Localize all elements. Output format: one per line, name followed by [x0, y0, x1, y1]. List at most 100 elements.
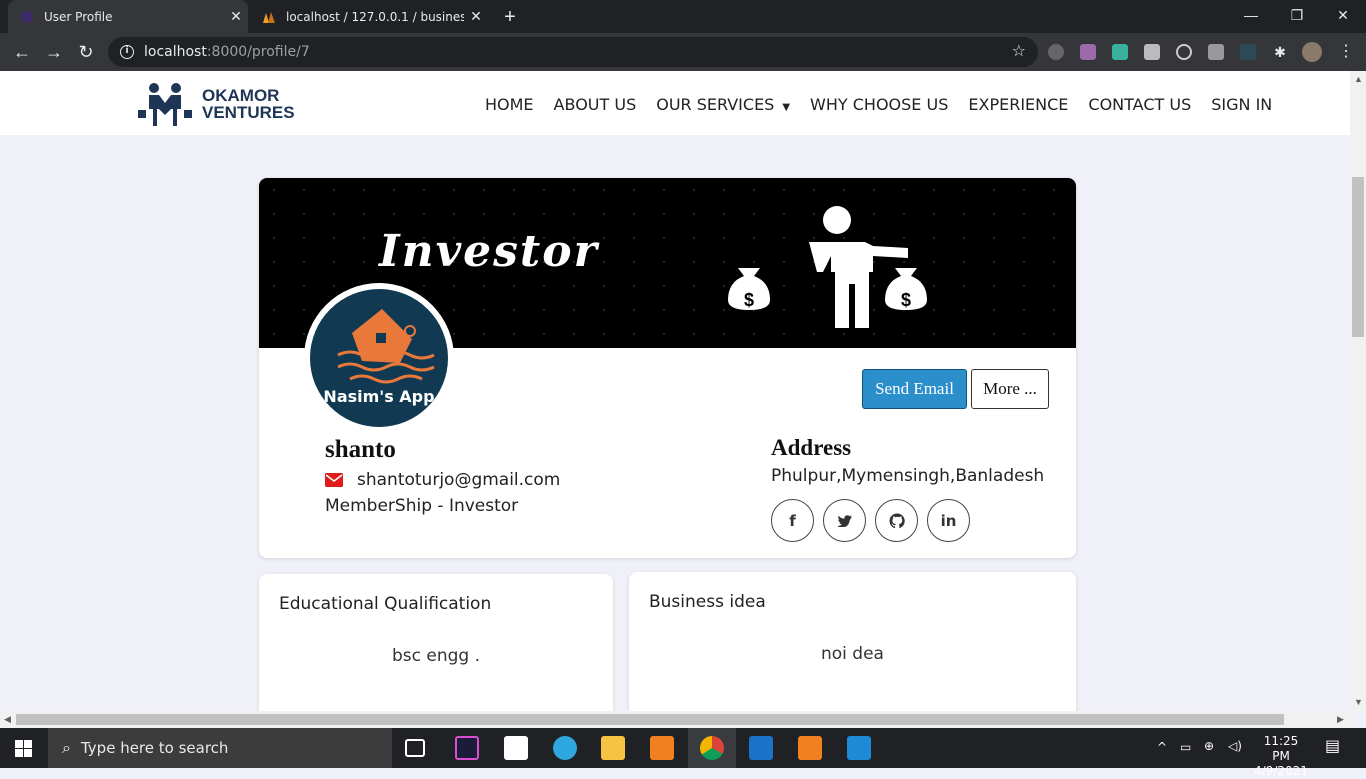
nav-why-choose-us[interactable]: WHY CHOOSE US [810, 95, 948, 114]
nav-our-services-label: OUR SERVICES [656, 95, 775, 114]
address-bar[interactable]: i localhost:8000/profile/7 ☆ [108, 37, 1038, 67]
extension-icon[interactable] [1144, 44, 1160, 60]
horizontal-scrollbar[interactable]: ◀ ▶ [0, 711, 1350, 728]
main-nav: HOME ABOUT US OUR SERVICES ▼ WHY CHOOSE U… [485, 95, 1272, 114]
business-idea-value: noi dea [821, 644, 884, 664]
extension-icon[interactable] [1176, 44, 1192, 60]
education-heading: Educational Qualification [279, 594, 492, 614]
file-explorer-icon[interactable] [601, 736, 625, 760]
xampp-icon[interactable] [798, 736, 822, 760]
chevron-up-icon[interactable]: ^ [1157, 740, 1167, 755]
scroll-down-arrow-icon[interactable]: ▼ [1354, 697, 1363, 707]
close-window-icon[interactable]: ✕ [1320, 0, 1366, 33]
tab-phpmyadmin[interactable]: localhost / 127.0.0.1 / business_c ✕ [250, 0, 488, 33]
nav-our-services[interactable]: OUR SERVICES ▼ [656, 95, 790, 114]
investor-moneybags-icon: $ $ [728, 206, 927, 328]
profile-avatar-icon[interactable] [1302, 42, 1322, 62]
windows-taskbar: ⌕ Type here to search ^ ▭ ⊕ ◁) 11:25 PM … [0, 728, 1366, 778]
camera-extension-icon[interactable] [1208, 44, 1224, 60]
nav-experience[interactable]: EXPERIENCE [968, 95, 1068, 114]
extension-icon[interactable] [1080, 44, 1096, 60]
twitter-icon[interactable] [823, 499, 866, 542]
nav-contact-us[interactable]: CONTACT US [1088, 95, 1191, 114]
windows-start-icon[interactable] [15, 740, 32, 757]
avatar-image: Nasim's App [310, 289, 448, 427]
chrome-browser-icon[interactable] [700, 736, 724, 760]
linkedin-icon[interactable]: in [927, 499, 970, 542]
scroll-up-arrow-icon[interactable]: ▲ [1354, 74, 1363, 84]
business-idea-heading: Business idea [649, 592, 766, 612]
site-logo[interactable]: OKAMOR VENTURES [136, 79, 306, 129]
website-viewport: OKAMOR VENTURES HOME ABOUT US OUR SERVIC… [0, 71, 1350, 711]
jetbrains-app-icon[interactable] [455, 736, 479, 760]
banner-title: Investor [379, 226, 599, 277]
facebook-icon[interactable]: f [771, 499, 814, 542]
avatar-caption: Nasim's App [323, 387, 435, 406]
tab-title: localhost / 127.0.0.1 / business_c [286, 9, 464, 24]
vscode-icon[interactable] [847, 736, 871, 760]
vertical-scrollbar[interactable]: ▲ ▼ [1350, 71, 1366, 711]
svg-text:$: $ [901, 290, 911, 310]
menu-kebab-icon[interactable]: ⋮ [1338, 44, 1354, 60]
education-value: bsc engg . [391, 646, 481, 666]
taskbar-search-box[interactable]: ⌕ Type here to search [48, 728, 392, 768]
notification-center-icon[interactable]: ▤ [1325, 738, 1340, 754]
tab-user-profile[interactable]: User Profile ✕ [8, 0, 248, 33]
vertical-scroll-thumb[interactable] [1352, 177, 1364, 337]
membership-text: MemberShip - Investor [325, 496, 519, 516]
caret-down-icon: ▼ [782, 102, 791, 113]
page-favicon-icon [21, 10, 33, 23]
network-globe-icon[interactable]: ⊕ [1204, 739, 1214, 754]
svg-text:$: $ [744, 290, 754, 310]
sinking-house-icon [337, 309, 435, 384]
new-tab-button[interactable]: + [500, 6, 520, 29]
restore-icon[interactable]: ❐ [1274, 0, 1320, 33]
nav-home[interactable]: HOME [485, 95, 534, 114]
github-icon[interactable] [875, 499, 918, 542]
site-navbar: OKAMOR VENTURES HOME ABOUT US OUR SERVIC… [0, 71, 1350, 135]
minimize-icon[interactable]: — [1228, 0, 1274, 33]
xampp-icon[interactable] [650, 736, 674, 760]
send-email-button[interactable]: Send Email [862, 369, 967, 409]
scroll-left-arrow-icon[interactable]: ◀ [4, 714, 11, 725]
phpmyadmin-favicon-icon [263, 11, 275, 23]
logo-text-line1: OKAMOR [202, 86, 280, 105]
extension-icon[interactable] [1240, 44, 1256, 60]
nav-about-us[interactable]: ABOUT US [554, 95, 637, 114]
url-host: localhost [144, 44, 207, 60]
bookmark-star-icon[interactable]: ☆ [1012, 41, 1026, 60]
edge-browser-icon[interactable] [553, 736, 577, 760]
nav-sign-in[interactable]: SIGN IN [1211, 95, 1272, 114]
reload-icon[interactable]: ↻ [73, 39, 99, 65]
profile-avatar: Nasim's App [304, 283, 454, 433]
clock[interactable]: 11:25 PM 4/9/2021 [1254, 734, 1308, 779]
social-links: f in [771, 499, 970, 542]
close-tab-icon[interactable]: ✕ [464, 9, 488, 25]
address-heading: Address [771, 435, 852, 460]
extension-icon[interactable] [1112, 44, 1128, 60]
close-tab-icon[interactable]: ✕ [224, 9, 248, 25]
browser-tab-strip: User Profile ✕ localhost / 127.0.0.1 / b… [0, 0, 1366, 33]
extension-icon[interactable] [1048, 44, 1064, 60]
volume-icon[interactable]: ◁) [1228, 739, 1242, 754]
back-arrow-icon[interactable]: ← [9, 39, 35, 65]
clock-time: 11:25 PM [1263, 734, 1299, 763]
profile-username: shanto [325, 436, 396, 463]
browser-toolbar: ← → ↻ i localhost:8000/profile/7 ☆ ✱ ⋮ [0, 33, 1366, 71]
email-row: shantoturjo@gmail.com [325, 470, 560, 490]
handshake-logo-icon [138, 83, 192, 126]
scroll-right-arrow-icon[interactable]: ▶ [1337, 714, 1344, 725]
more-button[interactable]: More ... [971, 369, 1049, 409]
site-info-icon[interactable]: i [120, 45, 134, 59]
forward-arrow-icon[interactable]: → [41, 39, 67, 65]
battery-icon[interactable]: ▭ [1180, 740, 1191, 755]
clock-date: 4/9/2021 [1254, 764, 1308, 778]
task-view-icon[interactable] [405, 739, 425, 757]
tab-title: User Profile [44, 9, 113, 24]
business-idea-card: Business idea noi dea [629, 572, 1076, 711]
search-icon: ⌕ [62, 738, 71, 757]
extensions-puzzle-icon[interactable]: ✱ [1272, 44, 1288, 60]
mail-app-icon[interactable] [749, 736, 773, 760]
store-app-icon[interactable] [504, 736, 528, 760]
horizontal-scroll-thumb[interactable] [16, 714, 1284, 725]
